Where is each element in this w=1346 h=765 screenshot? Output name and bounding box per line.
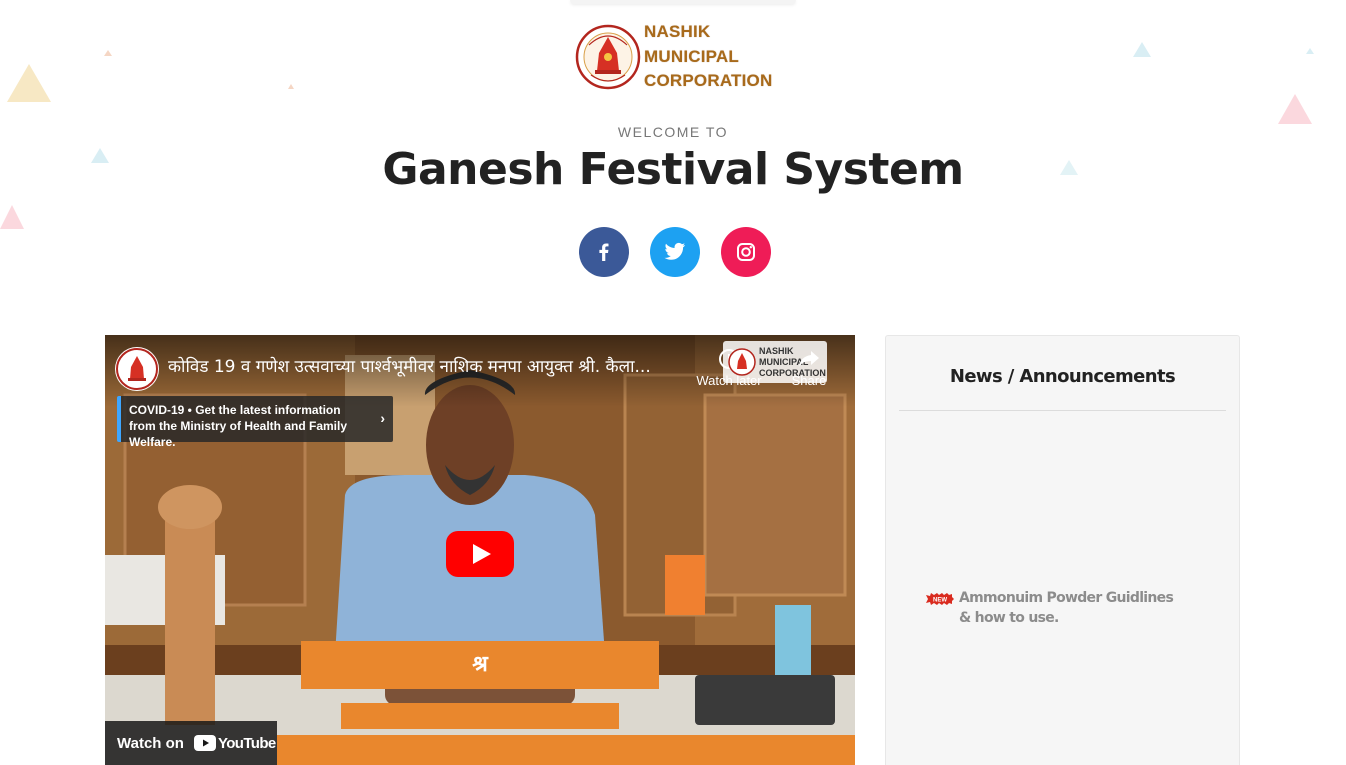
- news-panel: News / Announcements NEW Ammonuim Powder…: [885, 335, 1240, 765]
- decor-triangle: [1278, 94, 1312, 124]
- logo-line: NASHIK: [644, 22, 711, 41]
- logo-tab: [570, 0, 796, 4]
- news-title: News / Announcements: [949, 366, 1176, 387]
- video-player[interactable]: श्र कोविड 19 व गणेश उत्सवाच्या पार्श्वभू…: [105, 335, 855, 765]
- nmc-emblem-icon: [116, 348, 158, 390]
- instagram-button[interactable]: [721, 227, 771, 277]
- logo-line: CORPORATION: [644, 71, 773, 90]
- decor-triangle: [1306, 48, 1314, 54]
- watch-on-label: Watch on: [117, 734, 184, 752]
- instagram-icon: [737, 243, 755, 261]
- decor-triangle: [0, 205, 24, 229]
- share-button[interactable]: Share: [774, 347, 844, 388]
- video-banner-bar: [277, 735, 855, 765]
- covid-info-panel[interactable]: COVID-19 • Get the latest information fr…: [117, 396, 393, 449]
- twitter-icon: [664, 242, 686, 260]
- chevron-right-icon: ›: [380, 410, 385, 426]
- twitter-button[interactable]: [650, 227, 700, 277]
- play-button-icon[interactable]: [446, 531, 514, 577]
- page: NASHIK MUNICIPAL CORPORATION WELCOME TO …: [0, 0, 1346, 765]
- share-label: Share: [791, 373, 827, 388]
- new-badge-text: NEW: [933, 598, 947, 604]
- video-banner-bar: [341, 703, 619, 729]
- video-banner-text: श्र: [301, 641, 659, 689]
- news-divider: [899, 410, 1226, 411]
- nmc-emblem-icon: [575, 24, 641, 89]
- social-links: [579, 227, 771, 277]
- watch-on-youtube-button[interactable]: Watch on YouTube: [105, 721, 277, 765]
- share-icon: [799, 351, 819, 367]
- decor-triangle: [1133, 42, 1151, 57]
- news-item[interactable]: NEW Ammonuim Powder Guidlines & how to u…: [926, 588, 1186, 628]
- new-badge-icon: NEW: [926, 593, 954, 605]
- welcome-text: WELCOME TO: [617, 124, 729, 140]
- nmc-logo[interactable]: NASHIK MUNICIPAL CORPORATION: [575, 20, 772, 94]
- decor-triangle: [104, 50, 112, 56]
- channel-avatar[interactable]: [115, 347, 159, 391]
- decor-triangle: [288, 84, 294, 89]
- page-title: Ganesh Festival System: [382, 144, 964, 195]
- facebook-icon: [599, 243, 609, 261]
- logo-line: MUNICIPAL: [644, 46, 739, 66]
- youtube-label: YouTube: [217, 734, 276, 752]
- video-title[interactable]: कोविड 19 व गणेश उत्सवाच्या पार्श्वभूमीवर…: [168, 354, 728, 377]
- youtube-logo: YouTube: [193, 734, 276, 752]
- logo-text: NASHIK MUNICIPAL CORPORATION: [644, 20, 772, 94]
- decor-triangle: [7, 64, 51, 102]
- news-item-text: Ammonuim Powder Guidlines & how to use.: [959, 590, 1174, 626]
- youtube-play-icon: [193, 735, 216, 751]
- nmc-emblem-icon: [728, 348, 756, 376]
- facebook-button[interactable]: [579, 227, 629, 277]
